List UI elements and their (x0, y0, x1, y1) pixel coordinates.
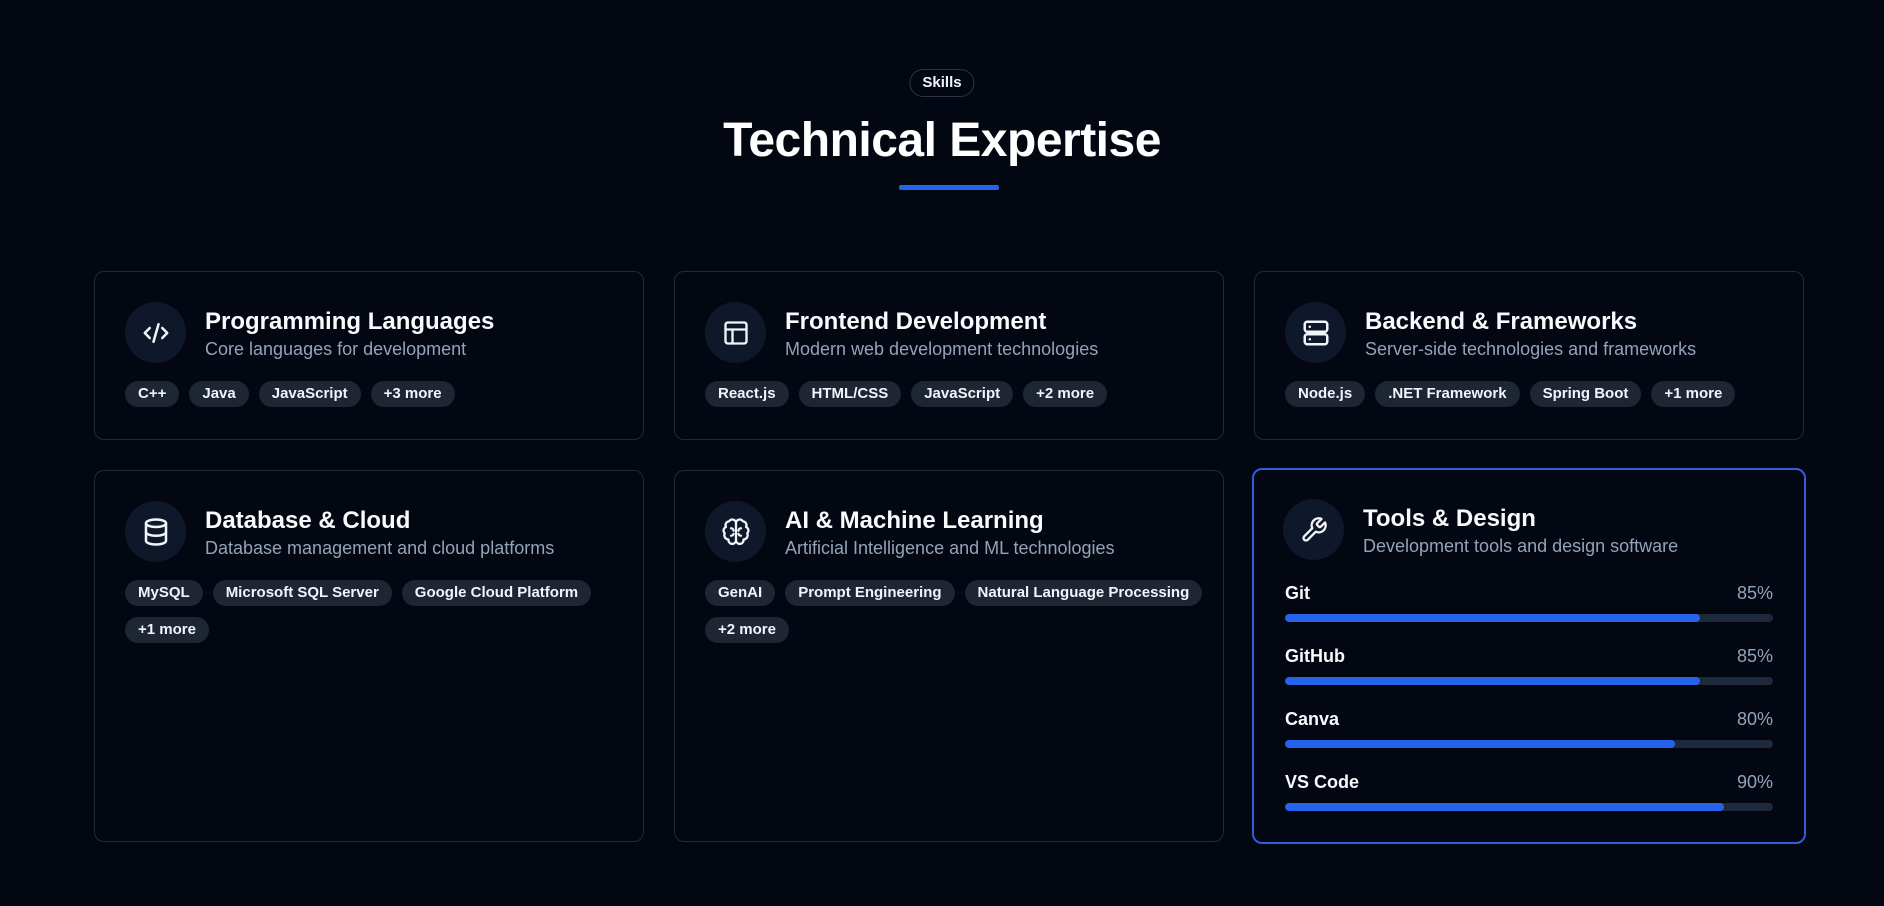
skill-percent: 80% (1736, 709, 1773, 729)
tag-list: Node.js .NET Framework Spring Boot +1 mo… (1285, 381, 1785, 407)
section-title: Technical Expertise (723, 114, 1161, 167)
skill-tag: React.js (705, 381, 789, 407)
more-tag[interactable]: +2 more (1023, 381, 1108, 407)
more-tag[interactable]: +1 more (1651, 381, 1736, 407)
skill-row-canva: Canva 80% (1285, 709, 1773, 772)
skill-tag: Prompt Engineering (785, 580, 955, 606)
card-ai-machine-learning[interactable]: AI & Machine Learning Artificial Intelli… (674, 470, 1224, 842)
skill-percent: 90% (1736, 772, 1773, 792)
card-backend-frameworks[interactable]: Backend & Frameworks Server-side technol… (1254, 271, 1804, 440)
card-subtitle: Server-side technologies and frameworks (1365, 339, 1697, 359)
title-underline (899, 185, 999, 190)
card-subtitle: Artificial Intelligence and ML technolog… (785, 538, 1115, 558)
skill-tag: Node.js (1285, 381, 1366, 407)
code-icon (125, 302, 186, 363)
skill-name: Canva (1285, 709, 1340, 729)
more-tag[interactable]: +3 more (370, 381, 455, 407)
skill-tag: HTML/CSS (798, 381, 902, 407)
card-subtitle: Core languages for development (205, 339, 467, 359)
tag-list: MySQL Microsoft SQL Server Google Cloud … (125, 580, 625, 643)
brain-icon (705, 501, 766, 562)
card-programming-languages[interactable]: Programming Languages Core languages for… (94, 271, 644, 440)
more-tag[interactable]: +1 more (125, 617, 209, 643)
card-title: Programming Languages (205, 308, 495, 335)
card-tools-design[interactable]: Tools & Design Development tools and des… (1252, 468, 1806, 844)
skill-tag: JavaScript (258, 381, 361, 407)
progress-fill (1285, 803, 1725, 811)
skill-row-git: Git 85% (1285, 583, 1773, 646)
progress-bar (1285, 677, 1773, 685)
skill-percent: 85% (1736, 583, 1773, 603)
skill-tag: Spring Boot (1529, 381, 1642, 407)
skill-tag: Natural Language Processing (964, 580, 1203, 606)
skill-tag: GenAI (705, 580, 776, 606)
more-tag[interactable]: +2 more (705, 617, 789, 643)
skill-name: VS Code (1285, 772, 1360, 792)
tag-list: C++ Java JavaScript +3 more (125, 381, 625, 407)
card-title: Backend & Frameworks (1365, 308, 1638, 335)
card-title: AI & Machine Learning (785, 507, 1044, 534)
card-title: Frontend Development (785, 308, 1047, 335)
progress-fill (1285, 614, 1700, 622)
skill-percent: 85% (1736, 646, 1773, 666)
progress-bar (1285, 740, 1773, 748)
database-icon (125, 501, 186, 562)
card-title: Database & Cloud (205, 507, 411, 534)
card-database-cloud[interactable]: Database & Cloud Database management and… (94, 470, 644, 842)
skill-tag: Java (189, 381, 249, 407)
tag-list: React.js HTML/CSS JavaScript +2 more (705, 381, 1205, 407)
skill-row-vs-code: VS Code 90% (1285, 772, 1773, 835)
skills-section: Skills Technical Expertise Programming L… (0, 0, 1884, 906)
progress-bar (1285, 803, 1773, 811)
card-frontend-development[interactable]: Frontend Development Modern web developm… (674, 271, 1224, 440)
progress-fill (1285, 677, 1700, 685)
tag-list: GenAI Prompt Engineering Natural Languag… (705, 580, 1205, 643)
skill-tag: Microsoft SQL Server (212, 580, 392, 606)
card-subtitle: Development tools and design software (1363, 536, 1679, 556)
skill-tag: C++ (125, 381, 180, 407)
skill-progress-list: Git 85% GitHub 85% Canva 80% VS Code 90% (1285, 583, 1773, 835)
skill-tag: JavaScript (911, 381, 1014, 407)
card-title: Tools & Design (1363, 505, 1536, 532)
wrench-icon (1283, 499, 1344, 560)
skill-row-github: GitHub 85% (1285, 646, 1773, 709)
skill-name: Git (1285, 583, 1310, 603)
server-icon (1285, 302, 1346, 363)
skill-tag: Google Cloud Platform (401, 580, 592, 606)
layout-icon (705, 302, 766, 363)
skill-name: GitHub (1285, 646, 1345, 666)
progress-bar (1285, 614, 1773, 622)
skill-tag: MySQL (125, 580, 203, 606)
skill-tag: .NET Framework (1375, 381, 1520, 407)
card-subtitle: Modern web development technologies (785, 339, 1099, 359)
progress-fill (1285, 740, 1676, 748)
skills-badge: Skills (909, 69, 975, 97)
card-subtitle: Database management and cloud platforms (205, 538, 555, 558)
